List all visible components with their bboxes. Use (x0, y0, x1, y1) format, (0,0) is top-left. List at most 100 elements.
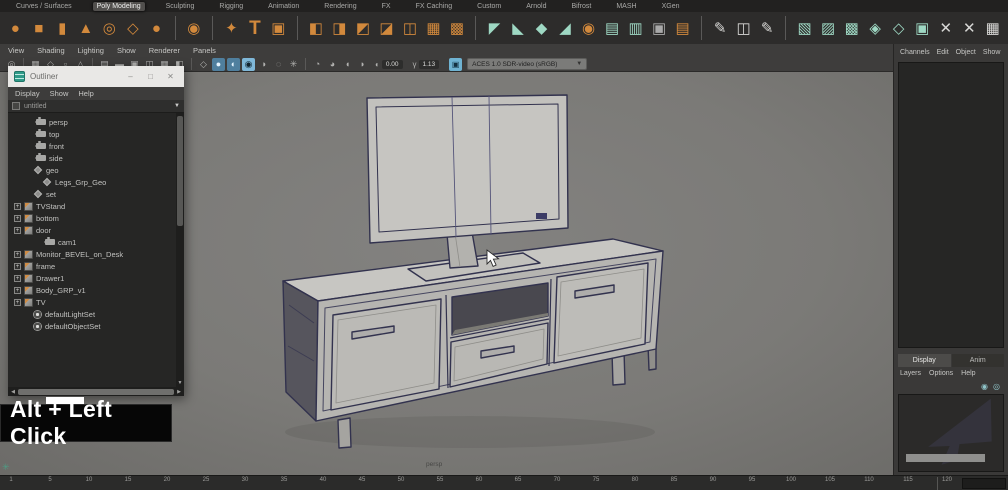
outliner-item[interactable]: + frame (8, 260, 184, 272)
time-slider[interactable]: 1510152025303540455055606570758085909510… (0, 475, 1008, 490)
shelf-tab[interactable]: XGen (658, 2, 684, 11)
frame-tick[interactable]: 90 (706, 477, 720, 490)
poly-plane-icon[interactable]: ◇ (123, 15, 144, 41)
frame-tick[interactable]: 75 (589, 477, 603, 490)
outliner-item[interactable]: + Drawer1 (8, 272, 184, 284)
sculpt-tool-icon[interactable]: ▨ (818, 15, 839, 41)
combine-icon[interactable]: ◧ (306, 15, 327, 41)
shelf-tab[interactable]: Custom (473, 2, 505, 11)
menu-item[interactable]: Shading (37, 46, 65, 55)
frame-tick[interactable]: 70 (550, 477, 564, 490)
uv-grid-icon[interactable]: ▦ (983, 15, 1004, 41)
delete-history-icon[interactable]: ✕ (935, 15, 956, 41)
quad-draw-icon[interactable]: ▧ (794, 15, 815, 41)
new-layer-from-selected-icon[interactable]: ◎ (993, 382, 1000, 391)
expand-toggle-icon[interactable]: + (14, 227, 21, 234)
frame-tick[interactable]: 115 (901, 477, 915, 490)
poly-cylinder-icon[interactable]: ▮ (52, 15, 73, 41)
lighting-mode-icon[interactable]: ◉ (242, 58, 255, 71)
frame-tick[interactable]: 110 (862, 477, 876, 490)
poly-disc-icon[interactable]: ● (146, 15, 167, 41)
offset-edge-loop-icon[interactable]: ✎ (757, 15, 778, 41)
layer-scrollbar[interactable] (906, 454, 985, 462)
motion-blur-icon[interactable]: ✳ (287, 58, 300, 71)
relax-tool-icon[interactable]: ▩ (841, 15, 862, 41)
poly-cube-icon[interactable]: ■ (29, 15, 50, 41)
mirror-icon[interactable]: ◇ (888, 15, 909, 41)
menu-item[interactable]: Renderer (149, 46, 180, 55)
outliner-item[interactable]: + Body_GRP_v1 (8, 284, 184, 296)
poly-cone-icon[interactable]: ▲ (76, 15, 97, 41)
outliner-item[interactable]: defaultObjectSet (8, 320, 184, 332)
autokey-icon[interactable]: ✳ (2, 462, 10, 473)
expand-toggle-icon[interactable]: + (14, 275, 21, 282)
shelf-tab[interactable]: FX Caching (412, 2, 457, 11)
super-shape-icon[interactable]: ✦ (221, 15, 242, 41)
outliner-item[interactable]: cam1 (8, 236, 184, 248)
outliner-item[interactable]: set (8, 188, 184, 200)
menu-item[interactable]: Display (15, 89, 40, 98)
frame-tick[interactable]: 20 (160, 477, 174, 490)
new-empty-layer-icon[interactable]: ◉ (981, 382, 988, 391)
shaded-mode-icon[interactable]: ● (212, 58, 225, 71)
shelf-tab[interactable]: Curves / Surfaces (12, 2, 76, 11)
shelf-tab[interactable]: Bifrost (568, 2, 596, 11)
shadows-mode-icon[interactable]: ◑ (257, 58, 270, 71)
transfer-attributes-icon[interactable]: ▥ (625, 15, 646, 41)
boolean-difference-icon[interactable]: ◫ (400, 15, 421, 41)
remesh-icon[interactable]: ▩ (447, 15, 468, 41)
shelf-tab[interactable]: FX (378, 2, 395, 11)
scrollbar-thumb[interactable] (18, 389, 174, 395)
view-transform-toggle[interactable]: ▣ (449, 58, 462, 71)
menu-item[interactable]: Help (78, 89, 93, 98)
frame-tick[interactable]: 45 (355, 477, 369, 490)
multi-cut-icon[interactable]: ◢ (555, 15, 576, 41)
circularize-icon[interactable]: ◉ (578, 15, 599, 41)
bridge-icon[interactable]: ◣ (508, 15, 529, 41)
expand-toggle-icon[interactable]: + (14, 215, 21, 222)
outliner-titlebar[interactable]: Outliner – □ ✕ (8, 66, 184, 87)
boolean-intersection-icon[interactable]: ▦ (423, 15, 444, 41)
scroll-left-icon[interactable]: ◀ (10, 389, 16, 395)
extract-icon[interactable]: ◩ (353, 15, 374, 41)
menu-item[interactable]: Options (929, 370, 953, 377)
outliner-item[interactable]: + Monitor_BEVEL_on_Desk (8, 248, 184, 260)
shelf-tab[interactable]: MASH (612, 2, 640, 11)
frame-tick[interactable]: 65 (511, 477, 525, 490)
frame-tick[interactable]: 55 (433, 477, 447, 490)
xray-mode-icon[interactable]: ◔ (311, 58, 324, 71)
menu-item[interactable]: Show (50, 89, 69, 98)
shelf-tab[interactable]: Poly Modeling (93, 2, 145, 11)
frame-tick[interactable]: 60 (472, 477, 486, 490)
menu-item[interactable]: Show (117, 46, 136, 55)
outliner-horizontal-scrollbar[interactable]: ◀ ▶ (8, 387, 184, 396)
expand-toggle-icon[interactable]: + (14, 251, 21, 258)
wire-on-shaded-icon[interactable]: ◕ (326, 58, 339, 71)
menu-item[interactable]: Help (961, 370, 975, 377)
scroll-right-icon[interactable]: ▶ (176, 389, 182, 395)
chevron-down-icon[interactable]: ▼ (174, 103, 180, 109)
menu-item[interactable]: Show (983, 49, 1001, 56)
expand-toggle-icon[interactable]: + (14, 299, 21, 306)
expand-toggle-icon[interactable]: + (14, 287, 21, 294)
outliner-item[interactable]: + TVStand (8, 200, 184, 212)
frame-tick[interactable]: 80 (628, 477, 642, 490)
shelf-tab[interactable]: Rendering (320, 2, 360, 11)
menu-item[interactable]: Layers (900, 370, 921, 377)
filter-box-icon[interactable] (12, 102, 20, 110)
frame-tick[interactable]: 120 (940, 477, 954, 490)
outliner-vertical-scrollbar[interactable]: ▼ (176, 113, 184, 387)
type-tool-icon[interactable]: T (245, 15, 266, 41)
poly-sphere-icon[interactable]: ● (5, 15, 26, 41)
default-material-icon[interactable]: ◖ (341, 58, 354, 71)
frame-tick[interactable]: 30 (238, 477, 252, 490)
layer-tab[interactable]: Display (898, 354, 951, 367)
frame-tick[interactable]: 105 (823, 477, 837, 490)
frame-tick[interactable]: 25 (199, 477, 213, 490)
menu-item[interactable]: Edit (937, 49, 949, 56)
expand-toggle-icon[interactable]: + (14, 203, 21, 210)
frame-tick[interactable]: 85 (667, 477, 681, 490)
ssao-mode-icon[interactable]: ◌ (272, 58, 285, 71)
bevel-icon[interactable]: ◆ (531, 15, 552, 41)
outliner-item[interactable]: front (8, 140, 184, 152)
